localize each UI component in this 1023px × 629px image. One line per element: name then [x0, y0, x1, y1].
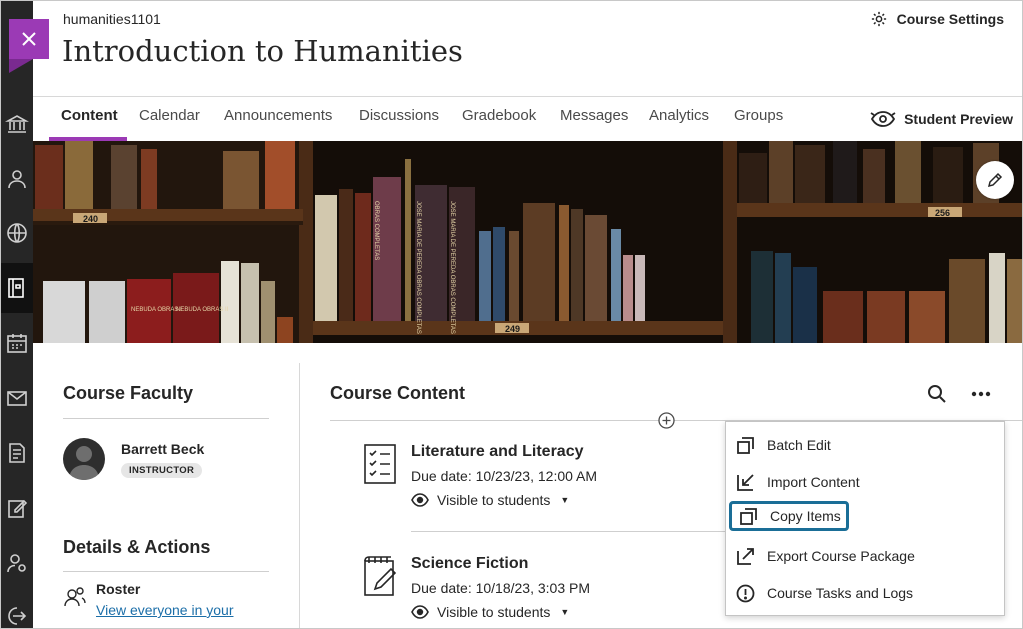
search-icon[interactable]: [926, 383, 948, 405]
student-preview-icon: [870, 111, 896, 127]
shelf-label-240: 240: [83, 214, 98, 224]
courses-icon[interactable]: [5, 276, 29, 300]
chevron-down-icon: ▼: [560, 607, 570, 617]
menu-item-label: Course Tasks and Logs: [767, 585, 914, 601]
eye-icon: [411, 493, 429, 507]
calendar-icon[interactable]: [5, 331, 29, 355]
notebook-pencil-icon: [364, 556, 397, 596]
pencil-icon: [987, 172, 1003, 188]
spine-label-5: OBRAS COMPLETAS: [373, 201, 379, 260]
menu-item-export-course-package[interactable]: Export Course Package: [736, 541, 915, 571]
tab-analytics[interactable]: Analytics: [649, 107, 709, 124]
more-options-icon[interactable]: [969, 383, 993, 405]
tab-discussions[interactable]: Discussions: [359, 107, 439, 124]
visibility-dropdown[interactable]: Visible to students ▼: [411, 492, 569, 508]
student-preview-button[interactable]: Student Preview: [870, 109, 1013, 129]
content-item: Literature and Literacy Due date: 10/23/…: [361, 443, 721, 513]
content-item-title[interactable]: Science Fiction: [411, 555, 528, 573]
visibility-label: Visible to students: [437, 604, 551, 620]
export-icon: [737, 547, 754, 565]
shelf-label-256: 256: [935, 208, 950, 218]
import-icon: [737, 473, 754, 491]
menu-item-batch-edit[interactable]: Batch Edit: [736, 430, 831, 460]
more-options-menu: Batch Edit Import Content Copy Items Exp…: [725, 421, 1005, 616]
course-content-heading: Course Content: [330, 383, 465, 403]
menu-item-label: Batch Edit: [767, 437, 831, 453]
due-date: Due date: 10/18/23, 3:03 PM: [411, 580, 591, 596]
menu-item-label: Copy Items: [770, 508, 841, 524]
content-item: Science Fiction Due date: 10/18/23, 3:03…: [361, 555, 721, 625]
left-nav-rail: [1, 1, 33, 628]
role-badge: INSTRUCTOR: [121, 463, 203, 478]
page-title: Introduction to Humanities: [62, 34, 463, 68]
course-settings-button[interactable]: Course Settings: [870, 10, 1004, 28]
sign-out-icon[interactable]: [5, 604, 29, 628]
spine-label-3: JOSE MARIA DE PEREDA OBRAS COMPLETAS: [415, 201, 421, 334]
checklist-icon: [364, 444, 396, 484]
alert-circle-icon: [736, 584, 755, 602]
app-frame: humanities1101 Introduction to Humanitie…: [0, 0, 1023, 629]
chevron-down-icon: ▼: [560, 495, 570, 505]
profile-icon[interactable]: [5, 167, 29, 191]
course-faculty-heading: Course Faculty: [63, 383, 194, 403]
roster-icon: [64, 587, 86, 607]
roster-label: Roster: [96, 581, 141, 597]
visibility-label: Visible to students: [437, 492, 551, 508]
assessment-icon[interactable]: [5, 496, 29, 520]
menu-item-label: Export Course Package: [767, 548, 915, 564]
eye-icon: [411, 605, 429, 619]
bookshelf-image: 240 249 256 NEBUDA OBRAS I NEBUDA OBRAS …: [33, 141, 1022, 343]
people-settings-icon[interactable]: [5, 551, 29, 575]
spine-label-2: NEBUDA OBRAS II: [176, 307, 229, 313]
tab-announcements[interactable]: Announcements: [224, 107, 332, 124]
course-banner-image: 240 249 256 NEBUDA OBRAS I NEBUDA OBRAS …: [33, 141, 1022, 343]
divider: [411, 531, 731, 532]
content-item-title[interactable]: Literature and Literacy: [411, 443, 584, 461]
grades-icon[interactable]: [5, 441, 29, 465]
batch-edit-icon: [737, 436, 754, 454]
add-content-icon[interactable]: [658, 412, 675, 429]
close-course-button[interactable]: [9, 19, 49, 59]
view-roster-link[interactable]: View everyone in your: [96, 602, 233, 618]
spine-label-1: NEBUDA OBRAS I: [131, 307, 182, 313]
divider: [63, 571, 269, 572]
column-divider: [299, 363, 300, 628]
course-details-panel: Course Faculty Barrett Beck INSTRUCTOR D…: [33, 343, 299, 628]
faculty-name[interactable]: Barrett Beck: [121, 441, 204, 457]
menu-item-import-content[interactable]: Import Content: [736, 467, 860, 497]
gear-icon: [871, 11, 886, 27]
edit-banner-button[interactable]: [976, 161, 1014, 199]
menu-item-course-tasks-logs[interactable]: Course Tasks and Logs: [736, 578, 913, 608]
visibility-dropdown[interactable]: Visible to students ▼: [411, 604, 569, 620]
course-tabs: Content Calendar Announcements Discussio…: [33, 96, 1022, 141]
student-preview-label: Student Preview: [904, 111, 1013, 127]
spine-label-4: JOSE MARIA DE PEREDA OBRAS COMPLETAS: [449, 201, 455, 334]
details-actions-heading: Details & Actions: [63, 537, 211, 557]
copy-icon: [740, 507, 757, 525]
tab-groups[interactable]: Groups: [734, 107, 783, 124]
tab-calendar[interactable]: Calendar: [139, 107, 200, 124]
shelf-label-249: 249: [505, 324, 520, 334]
divider: [63, 418, 269, 419]
institution-icon[interactable]: [5, 112, 29, 136]
tab-messages[interactable]: Messages: [560, 107, 628, 124]
globe-icon[interactable]: [5, 221, 29, 245]
tab-content[interactable]: Content: [61, 107, 118, 124]
due-date: Due date: 10/23/23, 12:00 AM: [411, 468, 598, 484]
mail-icon[interactable]: [5, 386, 29, 410]
avatar: [63, 438, 105, 480]
course-id: humanities1101: [63, 11, 161, 27]
menu-item-copy-items[interactable]: Copy Items: [729, 501, 849, 531]
course-settings-label: Course Settings: [896, 11, 1004, 27]
tab-gradebook[interactable]: Gradebook: [462, 107, 536, 124]
menu-item-label: Import Content: [767, 474, 860, 490]
